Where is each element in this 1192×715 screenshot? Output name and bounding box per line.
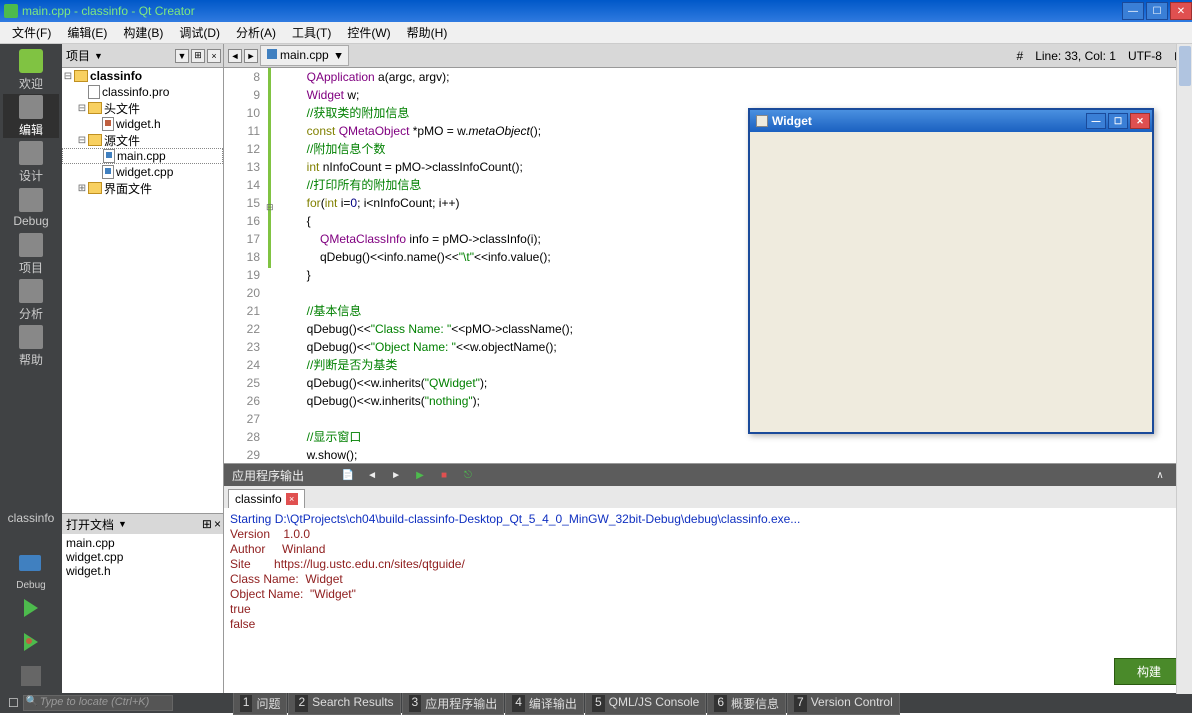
- bottom-tab[interactable]: 4编译输出: [505, 692, 584, 715]
- tree-row[interactable]: ⊞界面文件: [62, 180, 223, 196]
- output-body[interactable]: Starting D:\QtProjects\ch04\build-classi…: [224, 508, 1192, 693]
- bottom-tab[interactable]: 1问题: [233, 692, 288, 715]
- run-config-label: classinfo: [0, 511, 62, 525]
- mode-项目[interactable]: 项目: [3, 232, 59, 276]
- open-docs-split[interactable]: ⊞: [202, 517, 212, 531]
- tree-row[interactable]: ⊟源文件: [62, 132, 223, 148]
- bottom-tab[interactable]: 7Version Control: [787, 692, 900, 715]
- mode-设计[interactable]: 设计: [3, 140, 59, 184]
- menu-item[interactable]: 帮助(H): [399, 22, 456, 43]
- tree-row[interactable]: main.cpp: [62, 148, 223, 164]
- mode-icon: [19, 279, 43, 303]
- mode-Debug[interactable]: Debug: [3, 186, 59, 230]
- bottom-tab[interactable]: 2Search Results: [288, 692, 400, 715]
- mode-icon: [19, 141, 43, 165]
- bottom-tab[interactable]: 6概要信息: [707, 692, 786, 715]
- open-doc-item[interactable]: main.cpp: [66, 536, 219, 550]
- build-badge: 构建: [1114, 658, 1184, 685]
- line-col-status: Line: 33, Col: 1: [1035, 49, 1116, 63]
- debug-selector[interactable]: [3, 546, 59, 580]
- breadcrumb-file[interactable]: main.cpp ▼: [260, 45, 349, 66]
- window-title: main.cpp - classinfo - Qt Creator: [22, 4, 195, 18]
- encoding-status[interactable]: UTF-8: [1128, 49, 1162, 63]
- menu-item[interactable]: 构建(B): [115, 22, 171, 43]
- nav-back-button[interactable]: ◄: [228, 49, 242, 63]
- run-button[interactable]: [3, 591, 59, 625]
- split-button[interactable]: ⊞: [191, 49, 205, 63]
- widget-window-title: Widget: [772, 114, 812, 128]
- tree-row[interactable]: widget.h: [62, 116, 223, 132]
- menubar: 文件(F)编辑(E)构建(B)调试(D)分析(A)工具(T)控件(W)帮助(H): [0, 22, 1192, 44]
- filter-button[interactable]: ▼: [175, 49, 189, 63]
- widget-window[interactable]: Widget — ☐ ✕: [748, 108, 1154, 434]
- nav-fwd-button[interactable]: ►: [244, 49, 258, 63]
- open-docs-label: 打开文档: [66, 516, 114, 533]
- window-titlebar: main.cpp - classinfo - Qt Creator — ☐ ✕: [0, 0, 1192, 22]
- vertical-scrollbar[interactable]: [1176, 44, 1192, 694]
- project-tree[interactable]: ⊟classinfoclassinfo.pro⊟头文件widget.h⊟源文件m…: [62, 68, 224, 513]
- top-toolbar: 项目 ▼ ▼ ⊞ × ◄ ► main.cpp ▼ # Line: 33, Co…: [62, 44, 1192, 68]
- minimize-button[interactable]: —: [1122, 2, 1144, 20]
- output-min-icon[interactable]: ∧: [1152, 467, 1168, 483]
- build-button[interactable]: [3, 659, 59, 693]
- open-docs-close[interactable]: ×: [214, 517, 221, 531]
- tree-row[interactable]: widget.cpp: [62, 164, 223, 180]
- mode-icon: [19, 95, 43, 119]
- output-tab-close-icon[interactable]: ×: [286, 493, 298, 505]
- line-gutter: 8910111213141516171819202122232425262728…: [224, 68, 266, 463]
- menu-item[interactable]: 控件(W): [339, 22, 398, 43]
- close-pane-button[interactable]: ×: [207, 49, 221, 63]
- output-run-icon[interactable]: ▶: [412, 467, 428, 483]
- mode-icon: [19, 233, 43, 257]
- mode-icon: [19, 188, 43, 212]
- mode-icon: [19, 49, 43, 73]
- maximize-button[interactable]: ☐: [1146, 2, 1168, 20]
- split-editor-icon[interactable]: #: [1017, 49, 1024, 63]
- mode-sidebar: 欢迎编辑设计Debug项目分析帮助 classinfo Debug: [0, 44, 62, 693]
- bottom-tab[interactable]: 5QML/JS Console: [585, 692, 706, 715]
- mode-帮助[interactable]: 帮助: [3, 324, 59, 368]
- output-panel: 应用程序输出 📄 ◄ ► ▶ ■ ⎋ ∧ ✕: [224, 463, 1192, 693]
- toggle-sidebar-icon[interactable]: ☐: [8, 696, 19, 710]
- output-prev-icon[interactable]: ◄: [364, 467, 380, 483]
- menu-item[interactable]: 文件(F): [4, 22, 59, 43]
- project-pane-label: 项目: [66, 47, 90, 64]
- menu-item[interactable]: 调试(D): [171, 22, 228, 43]
- output-new-icon[interactable]: 📄: [340, 467, 356, 483]
- mode-分析[interactable]: 分析: [3, 278, 59, 322]
- tree-row[interactable]: ⊟头文件: [62, 100, 223, 116]
- widget-minimize-button[interactable]: —: [1086, 113, 1106, 129]
- output-attach-icon[interactable]: ⎋: [460, 467, 476, 483]
- mode-欢迎[interactable]: 欢迎: [3, 48, 59, 92]
- tree-row[interactable]: classinfo.pro: [62, 84, 223, 100]
- open-doc-item[interactable]: widget.h: [66, 564, 219, 578]
- menu-item[interactable]: 分析(A): [228, 22, 284, 43]
- statusbar: ☐ Type to locate (Ctrl+K) 1问题2Search Res…: [0, 693, 1192, 713]
- tree-row[interactable]: ⊟classinfo: [62, 68, 223, 84]
- menu-item[interactable]: 编辑(E): [59, 22, 115, 43]
- widget-app-icon: [756, 115, 768, 127]
- debug-run-button[interactable]: [3, 625, 59, 659]
- menu-item[interactable]: 工具(T): [284, 22, 339, 43]
- qt-app-icon: [4, 4, 18, 18]
- output-next-icon[interactable]: ►: [388, 467, 404, 483]
- open-docs-list: main.cppwidget.cppwidget.h: [62, 534, 223, 580]
- widget-maximize-button[interactable]: ☐: [1108, 113, 1128, 129]
- output-tab[interactable]: classinfo ×: [228, 489, 305, 508]
- bottom-tab[interactable]: 3应用程序输出: [402, 692, 505, 715]
- output-stop-icon[interactable]: ■: [436, 467, 452, 483]
- widget-close-button[interactable]: ✕: [1130, 113, 1150, 129]
- mode-icon: [19, 325, 43, 349]
- open-doc-item[interactable]: widget.cpp: [66, 550, 219, 564]
- close-button[interactable]: ✕: [1170, 2, 1192, 20]
- output-title: 应用程序输出: [232, 467, 304, 484]
- build-config-label: Debug: [16, 580, 45, 591]
- mode-编辑[interactable]: 编辑: [3, 94, 59, 138]
- locator-input[interactable]: Type to locate (Ctrl+K): [23, 695, 173, 711]
